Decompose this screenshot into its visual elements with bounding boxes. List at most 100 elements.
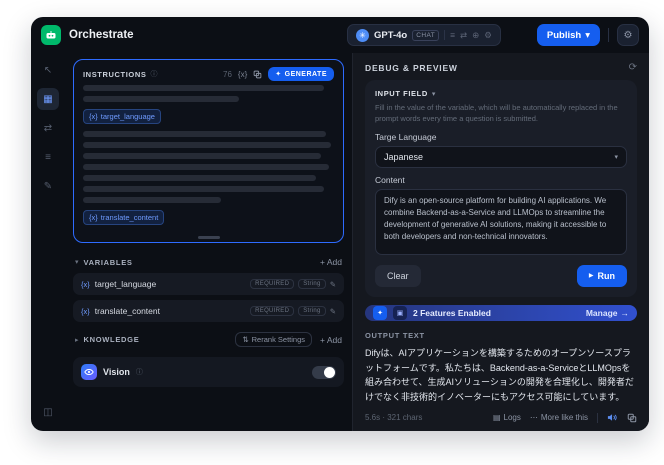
more-like-this-button[interactable]: ⋯ More like this	[530, 413, 588, 422]
insert-variable-icon[interactable]: {x}	[238, 70, 247, 79]
prompt-skeleton: {x} target_language {x} translate_conten…	[83, 85, 334, 233]
variables-header[interactable]: ▾ VARIABLES + Add	[73, 252, 344, 273]
clear-button[interactable]: Clear	[375, 264, 421, 287]
input-actions: Clear ▶ Run	[375, 264, 627, 287]
variable-chip[interactable]: {x} translate_content	[83, 210, 165, 225]
feature-extra-icon: ▣	[393, 306, 407, 321]
type-badge: String	[298, 279, 326, 289]
params-icon[interactable]: ≡	[450, 30, 455, 40]
input-field-header[interactable]: INPUT FIELD ▾	[375, 89, 627, 98]
publish-button[interactable]: Publish ▾	[536, 24, 600, 46]
output-meta: 5.6s · 321 chars ▤ Logs ⋯ More like this	[365, 404, 637, 423]
vision-eye-icon	[81, 364, 97, 380]
skeleton-line	[83, 85, 324, 91]
variable-chip[interactable]: {x} target_language	[83, 109, 161, 124]
edit-variable-icon[interactable]: ✎	[330, 280, 336, 289]
instructions-editor[interactable]: INSTRUCTIONS ⓘ 76 {x} ✦ GENERATE {x} tar…	[73, 59, 344, 243]
refresh-icon[interactable]: ⟳	[629, 62, 637, 73]
add-param-icon[interactable]: ⊕	[472, 30, 479, 41]
app-logo-icon[interactable]	[41, 25, 61, 45]
app-settings-button[interactable]: ⚙	[617, 24, 639, 46]
skeleton-line	[83, 175, 317, 181]
skeleton-line	[83, 142, 332, 148]
main-content: ↖ ▦ ⇄ ≡ ✎ ◫ INSTRUCTIONS ⓘ 76 {x} ✦ GENE…	[31, 53, 649, 431]
output-text: Difyは、AIアプリケーションを構築するためのオープンソースプラットフォームで…	[365, 348, 634, 402]
variable-chip-label: target_language	[100, 112, 155, 121]
rerank-settings-button[interactable]: ⇅ Rerank Settings	[235, 332, 313, 347]
knowledge-header[interactable]: ▸ KNOWLEDGE ⇅ Rerank Settings + Add	[73, 327, 344, 353]
debug-header: DEBUG & PREVIEW ⟳	[365, 62, 637, 73]
model-selector[interactable]: ✳ GPT-4o CHAT ≡ ⇄ ⊕ ⚙	[346, 24, 501, 46]
output-stats: 5.6s · 321 chars	[365, 413, 423, 422]
skeleton-line	[83, 197, 222, 203]
nav-logs-icon[interactable]: ≡	[37, 146, 59, 168]
chevron-down-icon: ▾	[431, 90, 436, 98]
add-variable-button[interactable]: + Add	[320, 257, 342, 267]
debug-panel: DEBUG & PREVIEW ⟳ INPUT FIELD ▾ Fill in …	[352, 53, 649, 431]
char-count: 76	[223, 69, 232, 79]
edit-variable-icon[interactable]: ✎	[330, 307, 336, 316]
model-settings-icon[interactable]: ⚙	[484, 30, 492, 41]
collapse-panel-icon[interactable]: ◫	[37, 401, 59, 423]
variable-icon: {x}	[89, 112, 98, 121]
variable-row[interactable]: {x} target_language REQUIRED String ✎	[73, 273, 344, 295]
variable-icon: {x}	[81, 279, 90, 289]
type-badge: String	[298, 306, 326, 316]
generate-button[interactable]: ✦ GENERATE	[268, 67, 334, 81]
instructions-title: INSTRUCTIONS	[83, 69, 147, 79]
chevron-down-icon: ▾	[614, 153, 618, 161]
target-language-label: Targe Language	[375, 131, 437, 142]
knowledge-title: KNOWLEDGE	[83, 335, 140, 344]
content-input[interactable]: Dify is an open-source platform for buil…	[375, 188, 627, 255]
page-title: Orchestrate	[69, 29, 134, 41]
nav-rail: ↖ ▦ ⇄ ≡ ✎ ◫	[31, 53, 65, 431]
skeleton-line	[83, 131, 327, 137]
nav-orchestrate-icon[interactable]: ▦	[37, 88, 59, 110]
nav-annotation-icon[interactable]: ✎	[37, 175, 59, 197]
input-field-card: INPUT FIELD ▾ Fill in the value of the v…	[365, 80, 637, 297]
resize-handle[interactable]	[197, 236, 220, 239]
divider	[608, 28, 609, 42]
copy-output-icon[interactable]	[627, 413, 637, 423]
skeleton-line	[83, 153, 322, 159]
more-like-this-label: More like this	[540, 413, 588, 422]
vision-label: Vision	[103, 367, 130, 377]
info-icon: ⓘ	[135, 369, 143, 376]
rerank-icon: ⇅	[242, 335, 249, 344]
select-value: Japanese	[384, 151, 424, 162]
toggle-knob	[324, 366, 335, 378]
titlebar: Orchestrate ✳ GPT-4o CHAT ≡ ⇄ ⊕ ⚙ Publis…	[31, 17, 649, 53]
target-language-select[interactable]: Japanese ▾	[375, 145, 627, 168]
generate-label: GENERATE	[284, 70, 327, 78]
arrow-right-icon: →	[620, 308, 630, 319]
speaker-icon[interactable]	[607, 412, 618, 423]
variable-name: target_language	[94, 279, 157, 289]
variable-icon: {x}	[89, 213, 98, 222]
content-label: Content	[375, 174, 405, 185]
model-mode-badge: CHAT	[412, 29, 440, 41]
add-knowledge-button[interactable]: + Add	[320, 335, 342, 345]
manage-features-button[interactable]: Manage →	[586, 308, 629, 318]
logs-button[interactable]: ▤ Logs	[493, 413, 521, 422]
nav-api-icon[interactable]: ⇄	[37, 117, 59, 139]
input-field-description: Fill in the value of the variable, which…	[375, 103, 618, 123]
header-actions: Publish ▾ ⚙	[536, 24, 639, 46]
dots-icon: ⋯	[529, 413, 538, 422]
swap-model-icon[interactable]: ⇄	[460, 30, 467, 41]
nav-pointer-icon[interactable]: ↖	[37, 59, 59, 81]
rerank-label: Rerank Settings	[251, 335, 306, 344]
run-button[interactable]: ▶ Run	[576, 264, 627, 287]
variable-name: translate_content	[94, 306, 160, 316]
required-badge: REQUIRED	[250, 279, 295, 289]
chevron-down-icon: ▾	[585, 29, 590, 41]
sparkle-icon: ✦	[275, 71, 282, 78]
divider	[444, 30, 446, 40]
copy-icon[interactable]	[253, 70, 262, 79]
chevron-down-icon: ▾	[75, 259, 79, 266]
publish-label: Publish	[546, 29, 582, 41]
features-bar[interactable]: ✦ ▣ 2 Features Enabled Manage →	[365, 304, 637, 322]
skeleton-line	[83, 96, 239, 102]
vision-toggle[interactable]	[312, 365, 336, 379]
variable-row[interactable]: {x} translate_content REQUIRED String ✎	[73, 300, 344, 322]
output-title: OUTPUT TEXT	[365, 331, 425, 341]
